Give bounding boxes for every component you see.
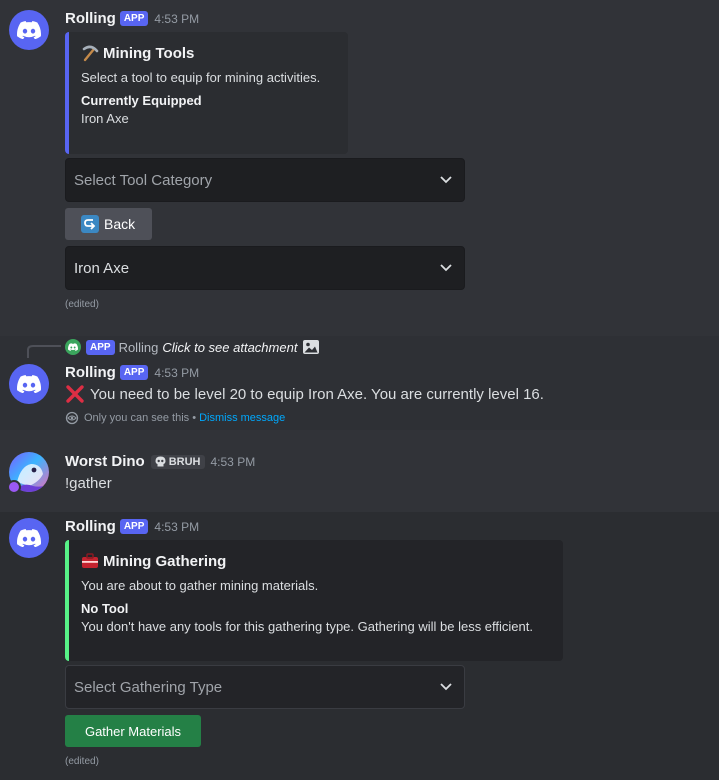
message-text: !gather xyxy=(65,475,112,492)
timestamp[interactable]: 4:53 PM xyxy=(154,520,199,534)
pickaxe-icon xyxy=(82,45,99,62)
back-arrow-icon xyxy=(81,215,99,233)
back-button[interactable]: Back xyxy=(65,208,152,240)
dismiss-message-link[interactable]: Dismiss message xyxy=(199,412,285,424)
embed-title-text: Mining Gathering xyxy=(103,552,227,570)
bot-avatar[interactable] xyxy=(9,10,49,50)
reply-text: Click to see attachment xyxy=(162,339,298,355)
reply-author: Rolling xyxy=(118,339,159,355)
gather-materials-button[interactable]: Gather Materials xyxy=(65,715,201,747)
avatar-decoration xyxy=(7,480,21,494)
discord-logo-icon xyxy=(17,21,41,39)
author-name[interactable]: Worst Dino xyxy=(65,453,145,470)
back-button-label: Back xyxy=(104,216,136,232)
embed-field-name: Currently Equipped xyxy=(81,93,202,108)
discord-logo-icon xyxy=(17,529,41,547)
guild-tag[interactable]: BRUH xyxy=(150,454,205,469)
message-mining-gathering: Rolling APP 4:53 PM Mining Gathering You… xyxy=(0,512,719,780)
embed-description: You are about to gather mining materials… xyxy=(81,578,319,593)
select-placeholder: Select Tool Category xyxy=(74,171,213,189)
ephemeral-notice: Only you can see this • Dismiss message xyxy=(65,411,285,425)
gather-button-label: Gather Materials xyxy=(84,723,182,739)
reply-avatar xyxy=(65,339,81,355)
reply-spine xyxy=(27,345,61,358)
bot-avatar[interactable] xyxy=(9,518,49,558)
select-value: Iron Axe xyxy=(74,259,130,277)
tool-select[interactable]: Iron Axe xyxy=(65,246,465,290)
ephemeral-text: Only you can see this • xyxy=(84,412,197,424)
edited-label: (edited) xyxy=(65,299,99,310)
author-name[interactable]: Rolling xyxy=(65,364,116,381)
message-mining-tools: Rolling APP 4:53 PM Mining Tools Select … xyxy=(0,0,719,330)
app-badge: APP xyxy=(86,339,115,355)
edited-label: (edited) xyxy=(65,756,99,767)
skull-icon xyxy=(155,456,166,467)
embed-title-text: Mining Tools xyxy=(103,44,195,62)
embed-title: Mining Gathering xyxy=(81,552,547,570)
embed-field-value: You don't have any tools for this gather… xyxy=(81,619,533,634)
embed-mining-gathering: Mining Gathering You are about to gather… xyxy=(65,540,563,661)
discord-logo-icon xyxy=(17,375,41,393)
timestamp[interactable]: 4:53 PM xyxy=(154,12,199,26)
message-header: Rolling APP 4:53 PM xyxy=(65,364,199,381)
toolbox-icon xyxy=(82,553,98,568)
select-placeholder: Select Gathering Type xyxy=(74,678,223,696)
tool-category-select[interactable]: Select Tool Category xyxy=(65,158,465,202)
message-header: Worst Dino BRUH 4:53 PM xyxy=(65,453,255,470)
author-name[interactable]: Rolling xyxy=(65,518,116,535)
chevron-down-icon xyxy=(440,176,452,184)
eye-icon xyxy=(65,411,79,425)
author-name[interactable]: Rolling xyxy=(65,10,116,27)
embed-title: Mining Tools xyxy=(81,44,332,62)
message-header: Rolling APP 4:53 PM xyxy=(65,10,199,27)
chevron-down-icon xyxy=(440,683,452,691)
embed-field-name: No Tool xyxy=(81,601,129,616)
gathering-type-select[interactable]: Select Gathering Type xyxy=(65,665,465,709)
app-badge: APP xyxy=(119,365,149,380)
message-text: You need to be level 20 to equip Iron Ax… xyxy=(90,385,544,403)
app-badge: APP xyxy=(119,519,149,534)
bot-avatar[interactable] xyxy=(9,364,49,404)
timestamp[interactable]: 4:53 PM xyxy=(154,366,199,380)
message-ephemeral: APP Rolling Click to see attachment Roll… xyxy=(0,336,719,430)
chevron-down-icon xyxy=(440,264,452,272)
embed-description: Select a tool to equip for mining activi… xyxy=(81,70,321,85)
message-user: Worst Dino BRUH 4:53 PM !gather xyxy=(0,440,719,506)
message-content: You need to be level 20 to equip Iron Ax… xyxy=(65,384,544,404)
discord-logo-icon xyxy=(68,343,78,351)
image-icon xyxy=(303,340,320,354)
message-header: Rolling APP 4:53 PM xyxy=(65,518,199,535)
reply-preview[interactable]: APP Rolling Click to see attachment xyxy=(65,339,320,355)
timestamp[interactable]: 4:53 PM xyxy=(211,455,256,469)
app-badge: APP xyxy=(119,11,149,26)
embed-field-value: Iron Axe xyxy=(81,111,129,126)
guild-tag-label: BRUH xyxy=(168,455,201,468)
embed-mining-tools: Mining Tools Select a tool to equip for … xyxy=(65,32,348,154)
cross-mark-icon xyxy=(66,385,84,403)
